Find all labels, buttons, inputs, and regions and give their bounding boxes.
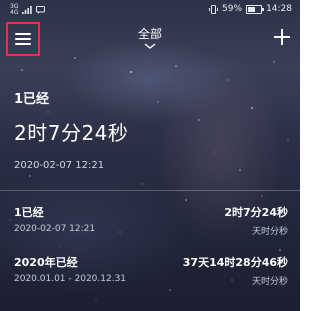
event-list-item[interactable]: 1已经 2时7分24秒 2020-02-07 12:21 天时分秒 [14,204,288,248]
status-bar: 3G 4G 59% 14:28 [0,0,300,20]
battery-icon [246,4,265,14]
featured-event[interactable]: 1已经 2时7分24秒 2020-02-07 12:21 [14,88,286,171]
menu-button[interactable] [6,22,40,56]
app-screen: 3G 4G 59% 14:28 全部 1已经 2时7分24秒 2020-02-0… [0,0,300,311]
chevron-down-icon [144,43,156,49]
event-date: 2020-02-07 12:21 [14,224,96,234]
app-header: 全部 [0,20,300,62]
event-elapsed: 2时7分24秒 [224,206,288,219]
category-filter-label: 全部 [137,27,162,41]
status-bar-left: 3G 4G [10,4,46,16]
vibrate-icon [209,4,219,14]
battery-percent: 59% [222,4,243,14]
network-indicator: 3G 4G [10,4,18,16]
event-date-range: 2020.01.01 - 2020.12.31 [14,274,127,284]
signal-icon [22,6,33,14]
message-icon [36,6,46,14]
event-name: 1已经 [14,206,44,219]
featured-event-elapsed: 2时7分24秒 [14,121,129,145]
network-bottom-label: 4G [10,9,19,16]
status-bar-right: 59% 14:28 [209,4,292,14]
divider [0,190,300,191]
event-list-item[interactable]: 2020年已经 37天14时28分46秒 2020.01.01 - 2020.1… [14,254,288,298]
clock: 14:28 [266,4,292,14]
category-filter-dropdown[interactable]: 全部 [120,25,180,49]
add-event-button[interactable] [274,29,290,45]
battery-fill [248,6,256,12]
event-units: 天时分秒 [251,227,288,237]
featured-event-date: 2020-02-07 12:21 [14,160,105,171]
event-elapsed: 37天14时28分46秒 [182,256,288,269]
featured-event-title: 1已经 [14,92,50,107]
event-name: 2020年已经 [14,256,78,269]
hamburger-icon [15,33,31,45]
event-units: 天时分秒 [251,277,288,287]
